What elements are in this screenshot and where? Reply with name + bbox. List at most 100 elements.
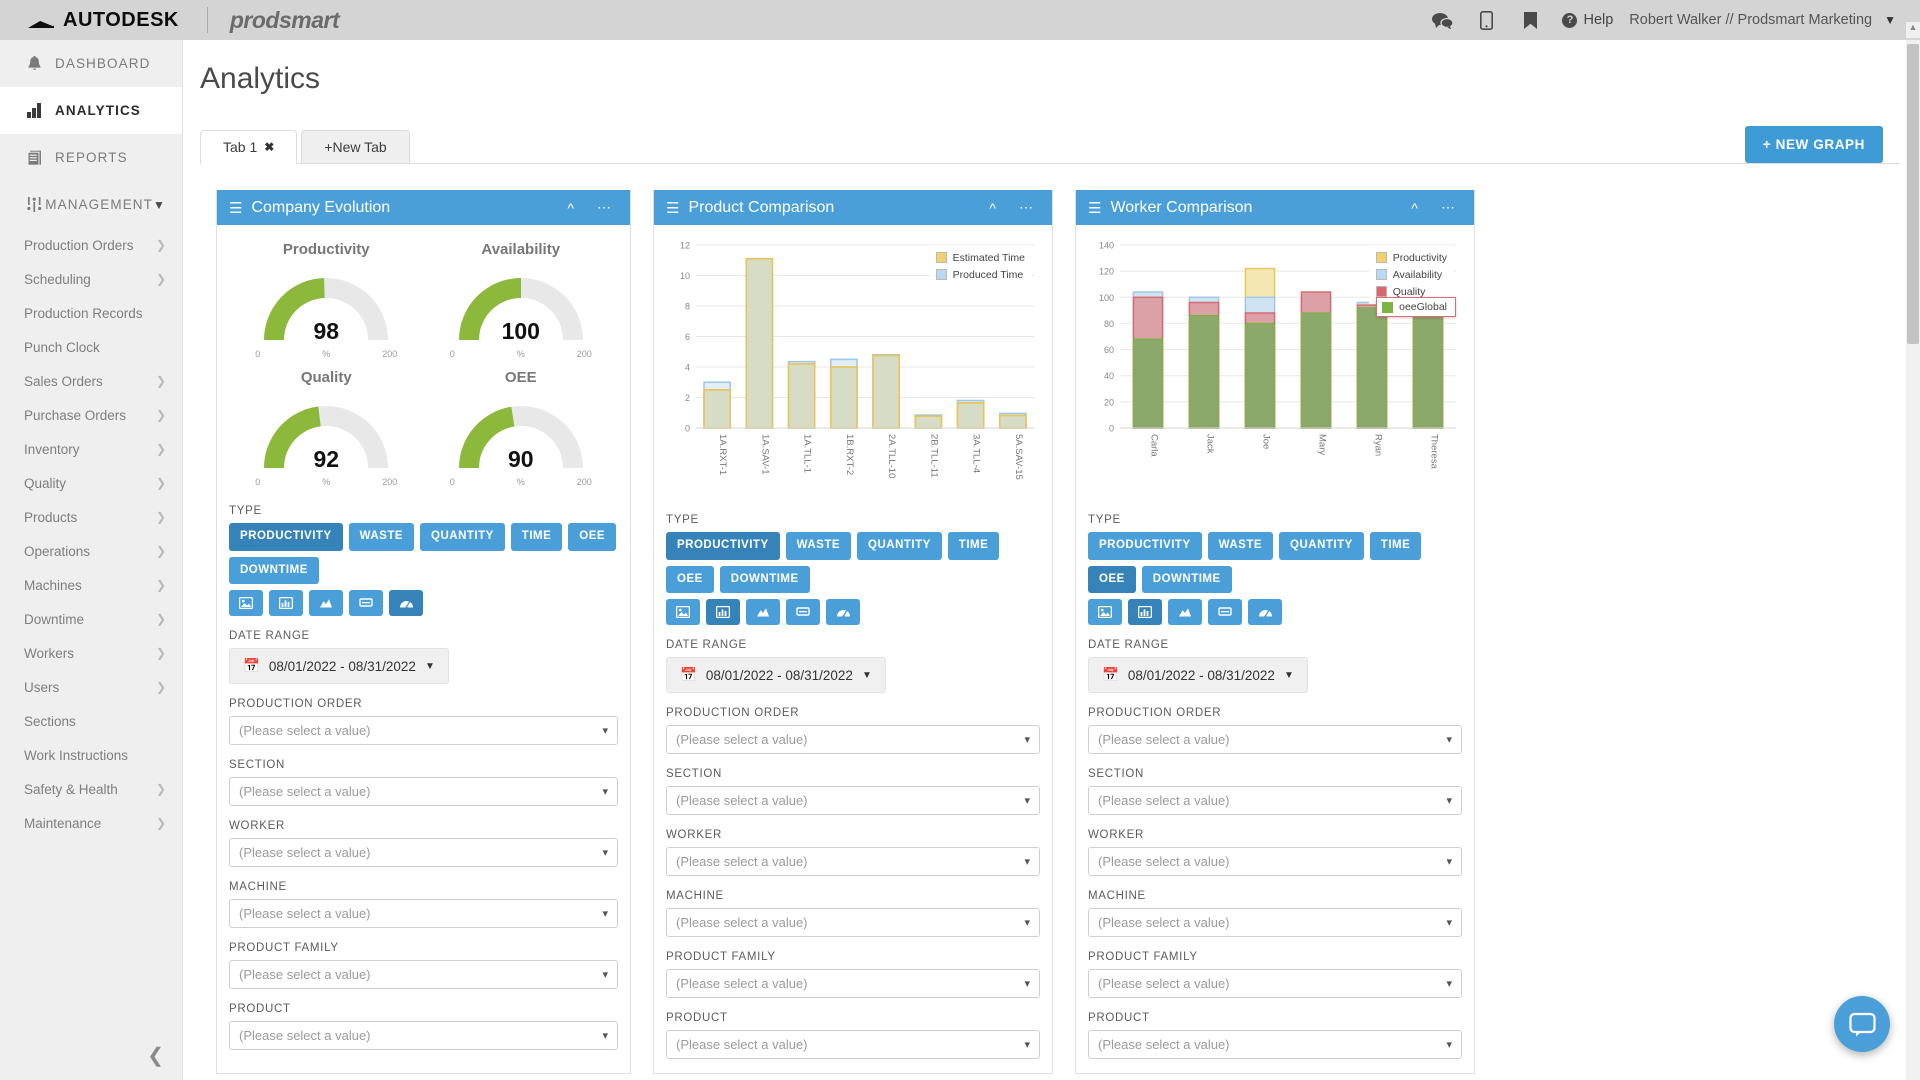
- type-chip-quantity[interactable]: QUANTITY: [420, 523, 505, 551]
- prodsmart-logo[interactable]: prodsmart: [230, 7, 340, 34]
- close-icon[interactable]: ✖: [264, 140, 274, 154]
- sidebar-item-quality[interactable]: Quality ❯: [0, 466, 182, 500]
- user-menu[interactable]: Robert Walker // Prodsmart Marketing ▼: [1629, 12, 1910, 28]
- sidebar-item-downtime[interactable]: Downtime ❯: [0, 602, 182, 636]
- select-machine[interactable]: (Please select a value) ▾: [229, 899, 618, 928]
- autodesk-logo[interactable]: AUTODESK: [28, 9, 179, 32]
- legend-item[interactable]: Productivity: [1375, 249, 1447, 266]
- new-tab-button[interactable]: +New Tab: [301, 130, 410, 164]
- sidebar-item-users[interactable]: Users ❯: [0, 670, 182, 704]
- date-range-picker-3[interactable]: 📅 08/01/2022 - 08/31/2022 ▼: [1088, 657, 1308, 693]
- more-options-icon[interactable]: ⋯: [590, 199, 618, 216]
- tab-1[interactable]: Tab 1 ✖: [200, 130, 298, 164]
- type-chip-downtime[interactable]: DOWNTIME: [229, 556, 319, 584]
- legend-item[interactable]: Produced Time: [935, 266, 1025, 283]
- select-product[interactable]: (Please select a value) ▾: [1088, 1030, 1462, 1059]
- select-section[interactable]: (Please select a value) ▾: [229, 777, 618, 806]
- widget-header[interactable]: ☰ Product Comparison ^ ⋯: [654, 190, 1052, 225]
- collapse-icon[interactable]: ^: [1404, 200, 1425, 216]
- collapse-icon[interactable]: ^: [560, 200, 581, 216]
- select-section[interactable]: (Please select a value) ▾: [666, 786, 1040, 815]
- image-icon[interactable]: [1088, 599, 1122, 625]
- bookmark-icon[interactable]: [1508, 0, 1552, 40]
- table-icon[interactable]: [349, 590, 383, 616]
- sidebar-item-workers[interactable]: Workers ❯: [0, 636, 182, 670]
- type-chip-productivity[interactable]: PRODUCTIVITY: [229, 523, 343, 551]
- bar-chart-icon[interactable]: [1128, 599, 1162, 625]
- type-chip-downtime[interactable]: DOWNTIME: [1141, 565, 1232, 593]
- select-worker[interactable]: (Please select a value) ▾: [1088, 847, 1462, 876]
- scroll-up-arrow[interactable]: ▲: [1906, 22, 1920, 38]
- type-chip-oee[interactable]: OEE: [666, 565, 714, 593]
- sidebar-item-production-records[interactable]: Production Records: [0, 296, 182, 330]
- sidebar-item-operations[interactable]: Operations ❯: [0, 534, 182, 568]
- select-production-order[interactable]: (Please select a value) ▾: [229, 716, 618, 745]
- legend-item[interactable]: Estimated Time: [935, 249, 1025, 266]
- type-chip-productivity[interactable]: PRODUCTIVITY: [666, 532, 780, 560]
- sidebar-item-scheduling[interactable]: Scheduling ❯: [0, 262, 182, 296]
- sidebar-item-sales-orders[interactable]: Sales Orders ❯: [0, 364, 182, 398]
- drag-handle-icon[interactable]: ☰: [1088, 199, 1101, 217]
- sidebar-item-safety-health[interactable]: Safety & Health ❯: [0, 772, 182, 806]
- sidebar-item-inventory[interactable]: Inventory ❯: [0, 432, 182, 466]
- sidebar-item-maintenance[interactable]: Maintenance ❯: [0, 806, 182, 840]
- chat-support-icon[interactable]: [1834, 996, 1890, 1052]
- gauge-icon[interactable]: [826, 599, 860, 625]
- table-icon[interactable]: [1208, 599, 1242, 625]
- type-chip-oee[interactable]: OEE: [568, 523, 617, 551]
- sidebar-item-machines[interactable]: Machines ❯: [0, 568, 182, 602]
- sidebar-item-purchase-orders[interactable]: Purchase Orders ❯: [0, 398, 182, 432]
- sidebar-item-dashboard[interactable]: DASHBOARD: [0, 40, 182, 87]
- type-chip-productivity[interactable]: PRODUCTIVITY: [1088, 532, 1202, 560]
- type-chip-time[interactable]: TIME: [510, 523, 563, 551]
- legend-item[interactable]: Availability: [1375, 266, 1447, 283]
- image-icon[interactable]: [229, 590, 263, 616]
- widget-header[interactable]: ☰ Worker Comparison ^ ⋯: [1076, 190, 1474, 225]
- more-options-icon[interactable]: ⋯: [1012, 199, 1040, 216]
- select-product-family[interactable]: (Please select a value) ▾: [666, 969, 1040, 998]
- type-chip-downtime[interactable]: DOWNTIME: [719, 565, 810, 593]
- type-chip-time[interactable]: TIME: [1369, 532, 1422, 560]
- type-chip-oee[interactable]: OEE: [1088, 565, 1136, 593]
- date-range-picker-1[interactable]: 📅 08/01/2022 - 08/31/2022 ▼: [229, 648, 449, 684]
- new-graph-button[interactable]: + NEW GRAPH: [1744, 126, 1883, 163]
- image-icon[interactable]: [666, 599, 700, 625]
- table-icon[interactable]: [786, 599, 820, 625]
- select-production-order[interactable]: (Please select a value) ▾: [1088, 725, 1462, 754]
- select-product[interactable]: (Please select a value) ▾: [666, 1030, 1040, 1059]
- sidebar-item-punch-clock[interactable]: Punch Clock: [0, 330, 182, 364]
- sidebar-item-sections[interactable]: Sections: [0, 704, 182, 738]
- gauge-icon[interactable]: [389, 590, 423, 616]
- select-product-family[interactable]: (Please select a value) ▾: [1088, 969, 1462, 998]
- select-product-family[interactable]: (Please select a value) ▾: [229, 960, 618, 989]
- mobile-icon[interactable]: [1464, 0, 1508, 40]
- sidebar-item-reports[interactable]: REPORTS: [0, 134, 182, 181]
- drag-handle-icon[interactable]: ☰: [229, 199, 242, 217]
- select-machine[interactable]: (Please select a value) ▾: [1088, 908, 1462, 937]
- type-chip-quantity[interactable]: QUANTITY: [1279, 532, 1364, 560]
- select-worker[interactable]: (Please select a value) ▾: [229, 838, 618, 867]
- help-button[interactable]: ? Help: [1552, 12, 1629, 28]
- area-chart-icon[interactable]: [309, 590, 343, 616]
- type-chip-quantity[interactable]: QUANTITY: [857, 532, 942, 560]
- select-production-order[interactable]: (Please select a value) ▾: [666, 725, 1040, 754]
- collapse-sidebar-icon[interactable]: ❮: [147, 1043, 164, 1068]
- sidebar-item-production-orders[interactable]: Production Orders ❯: [0, 228, 182, 262]
- chat-icon[interactable]: [1420, 0, 1464, 40]
- area-chart-icon[interactable]: [746, 599, 780, 625]
- type-chip-time[interactable]: TIME: [947, 532, 1000, 560]
- bar-chart-icon[interactable]: [706, 599, 740, 625]
- type-chip-waste[interactable]: WASTE: [785, 532, 852, 560]
- date-range-picker-2[interactable]: 📅 08/01/2022 - 08/31/2022 ▼: [666, 657, 886, 693]
- bar-chart-icon[interactable]: [269, 590, 303, 616]
- select-section[interactable]: (Please select a value) ▾: [1088, 786, 1462, 815]
- drag-handle-icon[interactable]: ☰: [666, 199, 679, 217]
- gauge-icon[interactable]: [1248, 599, 1282, 625]
- select-worker[interactable]: (Please select a value) ▾: [666, 847, 1040, 876]
- area-chart-icon[interactable]: [1168, 599, 1202, 625]
- collapse-icon[interactable]: ^: [982, 200, 1003, 216]
- type-chip-waste[interactable]: WASTE: [348, 523, 415, 551]
- type-chip-waste[interactable]: WASTE: [1207, 532, 1274, 560]
- sidebar-item-analytics[interactable]: ANALYTICS: [0, 87, 182, 134]
- widget-header[interactable]: ☰ Company Evolution ^ ⋯: [217, 190, 630, 225]
